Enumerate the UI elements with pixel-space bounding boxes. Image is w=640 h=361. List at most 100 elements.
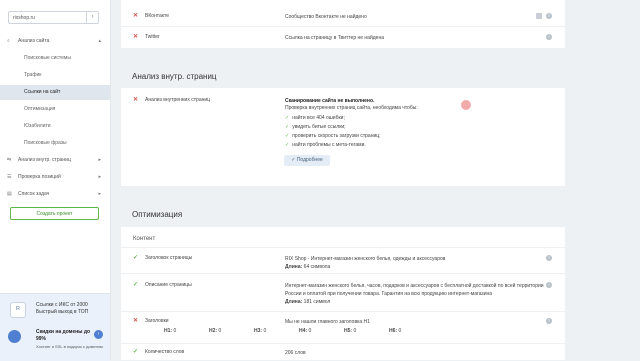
chevron-right-icon: ▸ [98, 191, 101, 197]
row-label: Анализ внутренних страниц [145, 97, 211, 103]
check-text: найти проблемы с мета-тегами. [292, 142, 366, 148]
sidebar-item-search-engines[interactable]: Поисковые системы [0, 51, 110, 66]
check-icon: ✓ [285, 142, 290, 148]
heading-value: 0 [263, 328, 267, 334]
heading-tag: H2: [209, 328, 218, 334]
optimization-card: Контент ✓ Заголовок страницы RIX Shop - … [121, 227, 565, 360]
help-icon[interactable]: ? [546, 318, 552, 324]
help-icon[interactable]: ? [546, 282, 552, 288]
chevron-right-icon[interactable]: › [86, 12, 98, 23]
divider [121, 273, 565, 274]
badge-icon: ᴿ [10, 302, 26, 318]
help-icon[interactable]: ? [546, 34, 552, 40]
sidebar-item-traffic[interactable]: Трафик [0, 68, 110, 83]
sidebar-item-label: Ссылки на сайт [24, 89, 61, 95]
check-item: ✓ проверить скорость загрузки страниц; [285, 133, 381, 139]
fail-icon: ✕ [133, 318, 139, 324]
row-value-text: RIX Shop - Интернет-магазин женского бел… [285, 256, 446, 262]
check-item: ✓ найти все 404 ошибки; [285, 115, 345, 121]
sidebar-item-search-phrases[interactable]: Поисковые фразы [0, 136, 110, 151]
heading-count: H1: 0 [164, 328, 176, 334]
help-icon[interactable]: ? [546, 255, 552, 261]
length-value: 181 символ [303, 299, 331, 305]
row-label: ВКонтакте [145, 13, 170, 19]
divider [121, 343, 565, 344]
sidebar-item-optimization[interactable]: Оптимизация [0, 102, 110, 117]
sidebar-item-label: Проверка позиций [18, 174, 61, 180]
heading-value: 0 [308, 328, 312, 334]
ok-icon: ✓ [133, 349, 139, 355]
search-icon: ⌕ [7, 38, 10, 44]
ok-icon: ✓ [133, 255, 139, 261]
sidebar-item-tasks[interactable]: ▤ Список задач ▸ [0, 187, 110, 202]
heading-value: 0 [218, 328, 222, 334]
sidebar-item-label: Юзабилити [24, 123, 51, 129]
row-value: 206 слов [285, 350, 306, 356]
row-label: Twitter [145, 34, 160, 40]
social-card: ✕ ВКонтакте Сообщество Вконтакте не найд… [121, 0, 565, 48]
sidebar-item-label: Анализ сайта [18, 38, 50, 44]
heading-tag: H1: [164, 328, 173, 334]
inner-pages-card: ✕ Анализ внутренних страниц Сканирование… [121, 88, 565, 186]
section-title-inner-pages: Анализ внутр. страниц [132, 72, 217, 81]
length-label: Длина: [285, 264, 303, 270]
check-text: проверить скорость загрузки страниц; [292, 133, 381, 139]
heading-count: H5: 0 [344, 328, 356, 334]
status-title: Сканирование сайта не выполнено. [285, 98, 375, 104]
sidebar-item-site-analysis[interactable]: ⌕ Анализ сайта ▴ [0, 34, 110, 49]
intro-text: Проверка внутренних страниц сайта, необх… [285, 105, 418, 111]
check-icon: ✓ [285, 115, 290, 121]
heading-count: H3: 0 [254, 328, 266, 334]
divider [121, 311, 565, 312]
more-button[interactable]: ✓ Подробнее [284, 155, 330, 166]
cursor-highlight [461, 100, 471, 110]
site-select[interactable]: rixshop.ru › [8, 11, 99, 24]
chevron-right-icon: ▸ [98, 157, 101, 163]
promo-logo-icon [8, 330, 21, 343]
sidebar-item-label: Список задач [18, 191, 50, 197]
chart-icon[interactable] [536, 13, 542, 19]
promo-line1: Ссылки с ИКС от 2000 [36, 302, 88, 308]
create-project-button[interactable]: Создать проект [10, 207, 99, 220]
heading-tag: H6: [389, 328, 398, 334]
heading-value: 0 [173, 328, 177, 334]
arrow-right-icon[interactable]: › [94, 330, 103, 339]
pages-icon: ⇆ [7, 157, 12, 163]
chevron-right-icon: ▸ [98, 174, 101, 180]
check-item: ✓ найти проблемы с мета-тегами. [285, 142, 366, 148]
chevron-up-icon: ▴ [98, 38, 101, 44]
row-label: Заголовок страницы [145, 255, 193, 261]
sidebar: rixshop.ru › ⌕ Анализ сайта ▴ Поисковые … [0, 0, 111, 361]
row-value-text: Интернет-магазин женского белья, часов, … [285, 283, 544, 297]
promo-links[interactable]: Ссылки с ИКС от 2000 Быстрый выход в ТОП [36, 302, 106, 316]
sidebar-item-label: Поисковые системы [24, 55, 71, 61]
tasks-icon: ▤ [7, 191, 12, 197]
promo-title[interactable]: Скидки на домены до 99% [36, 329, 96, 343]
row-label: Количество слов [145, 349, 185, 355]
sidebar-item-label: Оптимизация [24, 106, 56, 112]
subsection-title: Контент [133, 236, 156, 242]
sidebar-item-usability[interactable]: Юзабилити [0, 119, 110, 134]
heading-value: 0 [398, 328, 402, 334]
row-value: Интернет-магазин женского белья, часов, … [285, 282, 545, 306]
promo-text: Хостинг и SSL в подарок с доменом [36, 344, 103, 349]
row-label: Заголовки [145, 318, 169, 324]
length-label: Длина: [285, 299, 303, 305]
promo-block: ᴿ Ссылки с ИКС от 2000 Быстрый выход в Т… [0, 293, 110, 361]
check-icon: ✓ [285, 133, 290, 139]
check-text: увидеть битые ссылки; [292, 124, 346, 130]
promo-line2: Быстрый выход в ТОП [36, 309, 89, 315]
sidebar-item-inner-pages[interactable]: ⇆ Анализ внутр. страниц ▸ [0, 153, 110, 168]
row-label: Описание страницы [145, 282, 192, 288]
row-value: Мы не нашли главного заголовка H1 [285, 319, 370, 325]
check-icon: ✓ [285, 124, 290, 130]
heading-tag: H3: [254, 328, 263, 334]
row-value: RIX Shop - Интернет-магазин женского бел… [285, 255, 545, 271]
row-value: Ссылка на страницу в Твиттер не найдена [285, 35, 384, 41]
sidebar-item-backlinks[interactable]: Ссылки на сайт [0, 85, 110, 100]
sidebar-item-positions[interactable]: ☰ Проверка позиций ▸ [0, 170, 110, 185]
help-icon[interactable]: ? [546, 13, 552, 19]
check-text: найти все 404 ошибки; [292, 115, 345, 121]
heading-count: H6: 0 [389, 328, 401, 334]
fail-icon: ✕ [133, 13, 139, 19]
